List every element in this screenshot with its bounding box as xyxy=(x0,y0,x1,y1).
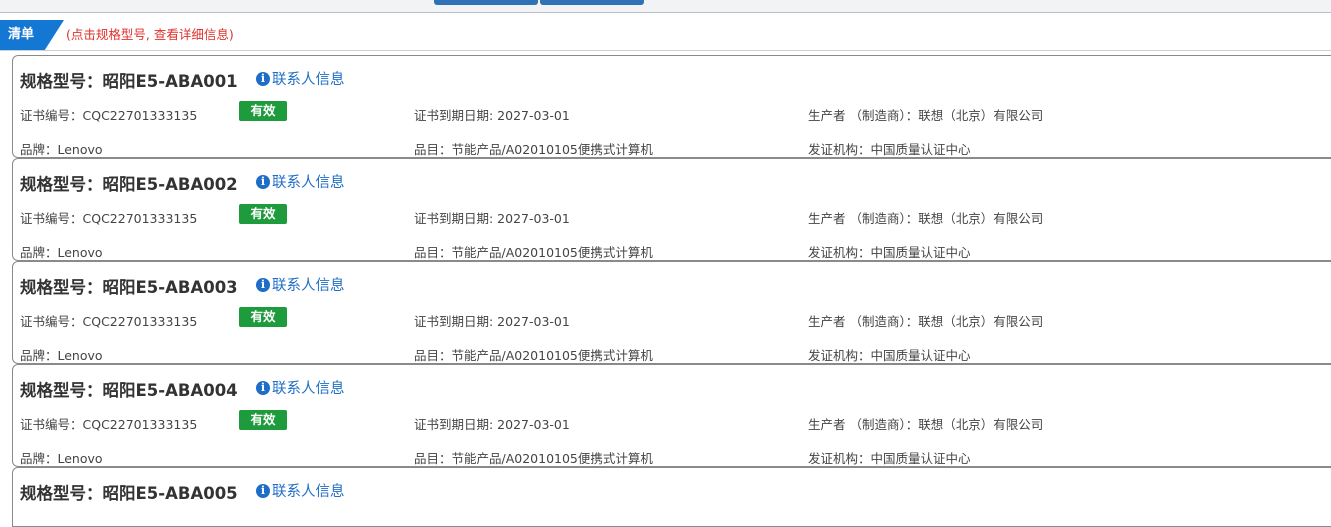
tab-list[interactable]: 清单 xyxy=(0,20,64,50)
category: 品目：节能产品/A02010105便携式计算机 xyxy=(414,348,653,363)
contact-info-link[interactable]: i 联系人信息 xyxy=(256,480,345,501)
cert-expiry: 证书到期日期: 2027-03-01 xyxy=(414,314,570,329)
issuing-authority: 发证机构：中国质量认证中心 xyxy=(808,245,971,260)
status-badge: 有效 xyxy=(239,204,287,224)
contact-label: 联系人信息 xyxy=(272,72,345,88)
model-title-link[interactable]: 规格型号：昭阳E5-ABA002 xyxy=(20,171,238,195)
list-item: 规格型号：昭阳E5-ABA002 i 联系人信息 证书编号：CQC2270133… xyxy=(12,158,1331,261)
list-tab-bar: 清单 (点击规格型号, 查看详细信息) xyxy=(0,20,1331,51)
manufacturer: 生产者 （制造商）：联想（北京）有限公司 xyxy=(808,211,1044,226)
category: 品目：节能产品/A02010105便携式计算机 xyxy=(414,245,653,260)
info-circle-icon: i xyxy=(256,483,270,498)
contact-label: 联系人信息 xyxy=(272,484,345,500)
manufacturer: 生产者 （制造商）：联想（北京）有限公司 xyxy=(808,108,1044,123)
info-circle-icon: i xyxy=(256,71,270,86)
contact-info-link[interactable]: i 联系人信息 xyxy=(256,68,345,89)
model-title-link[interactable]: 规格型号：昭阳E5-ABA004 xyxy=(20,377,238,401)
top-toolbar xyxy=(0,0,1331,13)
model-title-link[interactable]: 规格型号：昭阳E5-ABA001 xyxy=(20,68,238,92)
model-title-link[interactable]: 规格型号：昭阳E5-ABA003 xyxy=(20,274,238,298)
model-title-link[interactable]: 规格型号：昭阳E5-ABA005 xyxy=(20,480,238,504)
contact-label: 联系人信息 xyxy=(272,381,345,397)
contact-info-link[interactable]: i 联系人信息 xyxy=(256,171,345,192)
cert-number: 证书编号：CQC22701333135 xyxy=(20,417,198,432)
brand: 品牌：Lenovo xyxy=(20,142,103,157)
issuing-authority: 发证机构：中国质量认证中心 xyxy=(808,348,971,363)
cert-expiry: 证书到期日期: 2027-03-01 xyxy=(414,108,570,123)
contact-label: 联系人信息 xyxy=(272,175,345,191)
list-hint: (点击规格型号, 查看详细信息) xyxy=(66,27,234,42)
info-circle-icon: i xyxy=(256,380,270,395)
list-item: 规格型号：昭阳E5-ABA001 i 联系人信息 证书编号：CQC2270133… xyxy=(12,55,1331,158)
contact-info-link[interactable]: i 联系人信息 xyxy=(256,274,345,295)
issuing-authority: 发证机构：中国质量认证中心 xyxy=(808,142,971,157)
status-badge: 有效 xyxy=(239,307,287,327)
info-circle-icon: i xyxy=(256,174,270,189)
manufacturer: 生产者 （制造商）：联想（北京）有限公司 xyxy=(808,314,1044,329)
issuing-authority: 发证机构：中国质量认证中心 xyxy=(808,451,971,466)
list-item: 规格型号：昭阳E5-ABA003 i 联系人信息 证书编号：CQC2270133… xyxy=(12,261,1331,364)
toolbar-button-2[interactable] xyxy=(540,0,644,5)
toolbar-button-1[interactable] xyxy=(434,0,538,5)
cert-expiry: 证书到期日期: 2027-03-01 xyxy=(414,417,570,432)
cert-expiry: 证书到期日期: 2027-03-01 xyxy=(414,211,570,226)
cert-number: 证书编号：CQC22701333135 xyxy=(20,108,198,123)
status-badge: 有效 xyxy=(239,101,287,121)
cert-number: 证书编号：CQC22701333135 xyxy=(20,211,198,226)
contact-info-link[interactable]: i 联系人信息 xyxy=(256,377,345,398)
contact-label: 联系人信息 xyxy=(272,278,345,294)
cert-number: 证书编号：CQC22701333135 xyxy=(20,314,198,329)
category: 品目：节能产品/A02010105便携式计算机 xyxy=(414,451,653,466)
list-item: 规格型号：昭阳E5-ABA004 i 联系人信息 证书编号：CQC2270133… xyxy=(12,364,1331,467)
brand: 品牌：Lenovo xyxy=(20,451,103,466)
list-item: 规格型号：昭阳E5-ABA005 i 联系人信息 xyxy=(12,467,1331,527)
brand: 品牌：Lenovo xyxy=(20,348,103,363)
info-circle-icon: i xyxy=(256,277,270,292)
manufacturer: 生产者 （制造商）：联想（北京）有限公司 xyxy=(808,417,1044,432)
category: 品目：节能产品/A02010105便携式计算机 xyxy=(414,142,653,157)
brand: 品牌：Lenovo xyxy=(20,245,103,260)
status-badge: 有效 xyxy=(239,410,287,430)
